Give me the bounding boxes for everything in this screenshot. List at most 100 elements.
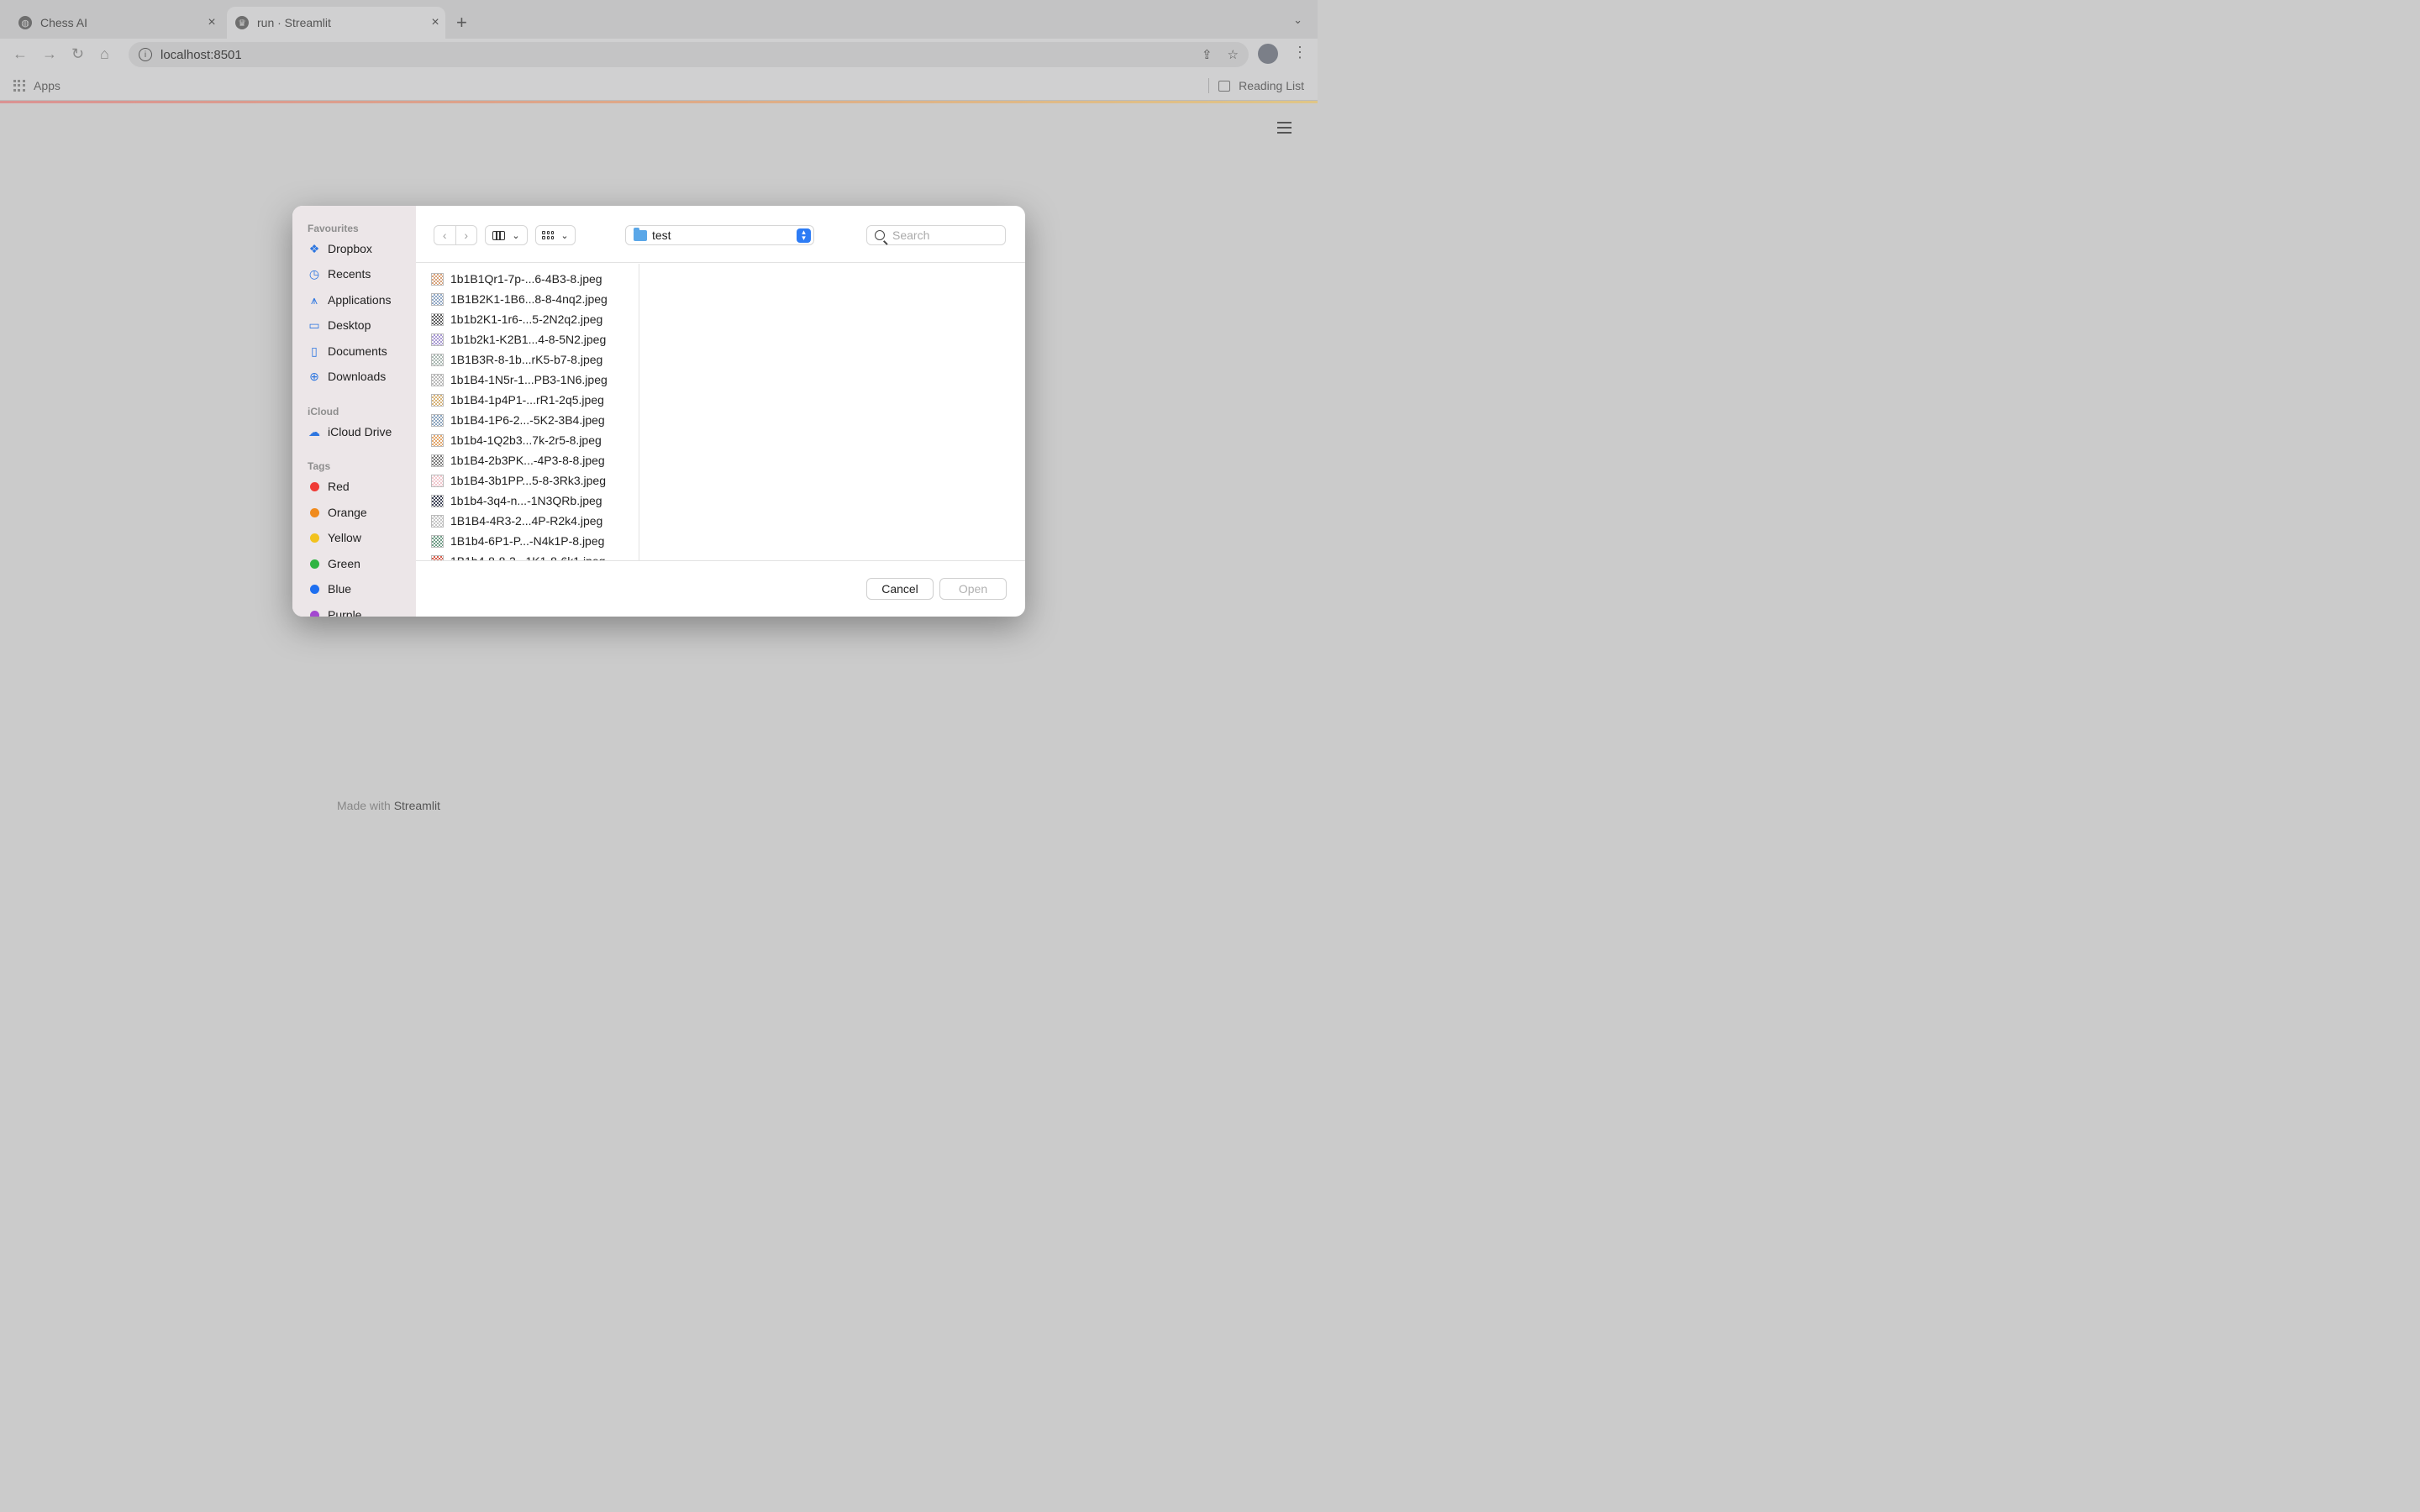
sidebar-item-desktop[interactable]: ▭ Desktop [308, 316, 371, 334]
file-name: 1b1B4-2b3PK...-4P3-8-8.jpeg [450, 454, 605, 467]
image-file-icon [431, 474, 444, 487]
file-row[interactable]: 1b1b2k1-K2B1...4-8-5N2.jpeg [416, 329, 639, 349]
file-row[interactable]: 1B1b4-6P1-P...-N4k1P-8.jpeg [416, 531, 639, 551]
image-file-icon [431, 312, 444, 326]
open-button[interactable]: Open [939, 578, 1007, 600]
file-open-dialog: Favourites ❖ Dropbox ◷ Recents ⩚ Applica… [292, 206, 1025, 617]
applications-icon: ⩚ [311, 292, 318, 307]
file-name: 1B1b4-6P1-P...-N4k1P-8.jpeg [450, 534, 605, 548]
tab-search-chevron-icon[interactable]: ⌄ [1293, 13, 1302, 27]
profile-avatar[interactable] [1258, 44, 1278, 64]
back-arrow-icon[interactable]: ‹ [434, 228, 455, 242]
tab-strip: ◍ Chess AI × ♛ run · Streamlit × + ⌄ [0, 0, 1318, 39]
reading-list-button[interactable]: Reading List [1218, 79, 1304, 92]
close-tab-icon[interactable]: × [425, 15, 445, 30]
sidebar-item-label: iCloud Drive [328, 425, 392, 438]
sidebar-item-label: Orange [328, 506, 367, 519]
sidebar-item-label: Green [328, 557, 360, 570]
file-row[interactable]: 1B1B3R-8-1b...rK5-b7-8.jpeg [416, 349, 639, 370]
file-row[interactable]: 1B1B4-4R3-2...4P-R2k4.jpeg [416, 511, 639, 531]
file-row[interactable]: 1b1B1Qr1-7p-...6-4B3-8.jpeg [416, 269, 639, 289]
file-row[interactable]: 1b1b4-1Q2b3...7k-2r5-8.jpeg [416, 430, 639, 450]
desktop-icon: ▭ [308, 318, 320, 332]
file-row[interactable]: 1B1b4-8-8-2...1K1-8-6k1.jpeg [416, 551, 639, 560]
tag-dot-icon [310, 507, 319, 517]
search-field[interactable] [866, 225, 1006, 245]
location-popup[interactable]: test ▴ ▾ [625, 225, 814, 245]
sidebar-tag-red[interactable]: Red [308, 477, 350, 496]
group-mode-select[interactable]: ⌄ [535, 225, 576, 245]
hamburger-menu-icon[interactable] [1277, 122, 1292, 137]
image-file-icon [431, 413, 444, 427]
tag-dot-icon [310, 481, 319, 491]
sidebar-tag-blue[interactable]: Blue [308, 580, 351, 598]
file-row[interactable]: 1b1B4-1N5r-1...PB3-1N6.jpeg [416, 370, 639, 390]
address-bar[interactable]: i localhost:8501 ⇪ ☆ [129, 42, 1249, 67]
home-icon[interactable]: ⌂ [100, 45, 109, 63]
dialog-main: ‹ › ⌄ ⌄ test ▴▾ 1b1B1Qr1-7p-...6- [416, 206, 1025, 617]
sidebar-tag-green[interactable]: Green [308, 554, 360, 573]
image-file-icon [431, 514, 444, 528]
sidebar-item-documents[interactable]: ▯ Documents [308, 342, 387, 360]
search-input[interactable] [892, 228, 993, 242]
chevron-down-icon: ⌄ [512, 230, 520, 241]
file-name: 1b1B4-1P6-2...-5K2-3B4.jpeg [450, 413, 605, 427]
cancel-button[interactable]: Cancel [866, 578, 934, 600]
tags-heading: Tags [308, 460, 331, 472]
streamlit-decoration-line [0, 101, 1318, 103]
bookmark-star-icon[interactable]: ☆ [1228, 47, 1239, 62]
reload-icon[interactable]: ↻ [71, 45, 84, 63]
file-row[interactable]: 1b1b2K1-1r6-...5-2N2q2.jpeg [416, 309, 639, 329]
sidebar-item-label: Applications [328, 293, 392, 307]
new-tab-button[interactable]: + [456, 12, 467, 34]
location-label: test [652, 228, 671, 242]
file-row[interactable]: 1b1B4-3b1PP...5-8-3Rk3.jpeg [416, 470, 639, 491]
columns-view-icon [492, 230, 506, 240]
file-name: 1B1b4-8-8-2...1K1-8-6k1.jpeg [450, 554, 605, 560]
streamlit-link[interactable]: Streamlit [394, 799, 440, 812]
image-file-icon [431, 534, 444, 548]
view-mode-select[interactable]: ⌄ [485, 225, 528, 245]
file-row[interactable]: 1b1B4-1P6-2...-5K2-3B4.jpeg [416, 410, 639, 430]
forward-arrow-icon[interactable]: › [455, 228, 476, 242]
file-row[interactable]: 1B1B2K1-1B6...8-8-4nq2.jpeg [416, 289, 639, 309]
sidebar-item-label: Downloads [328, 370, 387, 383]
sidebar-item-icloud-drive[interactable]: ☁ iCloud Drive [308, 423, 392, 441]
sidebar-tag-purple[interactable]: Purple [308, 606, 361, 617]
footer: Made with Streamlit [337, 799, 440, 812]
sidebar-item-applications[interactable]: ⩚ Applications [308, 291, 392, 309]
sidebar-item-recents[interactable]: ◷ Recents [308, 265, 371, 283]
image-file-icon [431, 272, 444, 286]
file-name: 1b1B4-1p4P1-...rR1-2q5.jpeg [450, 393, 604, 407]
file-name: 1B1B4-4R3-2...4P-R2k4.jpeg [450, 514, 603, 528]
tag-dot-icon [310, 559, 319, 569]
image-file-icon [431, 292, 444, 306]
tab-streamlit[interactable]: ♛ run · Streamlit × [227, 7, 445, 39]
close-tab-icon[interactable]: × [202, 15, 222, 30]
tab-chess-ai[interactable]: ◍ Chess AI × [10, 7, 222, 39]
folder-icon [634, 227, 647, 241]
file-row[interactable]: 1b1b4-3q4-n...-1N3QRb.jpeg [416, 491, 639, 511]
sidebar-item-dropbox[interactable]: ❖ Dropbox [308, 239, 372, 258]
forward-icon[interactable]: → [42, 45, 57, 63]
apps-bookmark[interactable]: Apps [13, 79, 60, 92]
sidebar-item-label: Purple [328, 608, 362, 617]
info-icon[interactable]: i [139, 48, 152, 61]
sidebar-tag-orange[interactable]: Orange [308, 503, 367, 522]
image-file-icon [431, 333, 444, 346]
share-icon[interactable]: ⇪ [1202, 47, 1213, 62]
file-row[interactable]: 1b1B4-2b3PK...-4P3-8-8.jpeg [416, 450, 639, 470]
menu-kebab-icon[interactable]: ⋮ [1292, 44, 1307, 61]
sidebar-tag-yellow[interactable]: Yellow [308, 528, 361, 547]
favourites-heading: Favourites [308, 223, 359, 234]
file-name: 1b1b4-1Q2b3...7k-2r5-8.jpeg [450, 433, 602, 447]
cloud-icon: ☁ [308, 424, 320, 438]
bookmarks-divider [1208, 78, 1209, 93]
nav-arrows: ‹ › [434, 225, 477, 245]
back-icon[interactable]: ← [13, 45, 28, 63]
sidebar-item-label: Yellow [328, 531, 361, 544]
file-row[interactable]: 1b1B4-1p4P1-...rR1-2q5.jpeg [416, 390, 639, 410]
sidebar-item-downloads[interactable]: ⊕ Downloads [308, 367, 386, 386]
globe-icon: ◍ [18, 16, 32, 29]
file-list[interactable]: 1b1B1Qr1-7p-...6-4B3-8.jpeg 1B1B2K1-1B6..… [416, 264, 639, 560]
